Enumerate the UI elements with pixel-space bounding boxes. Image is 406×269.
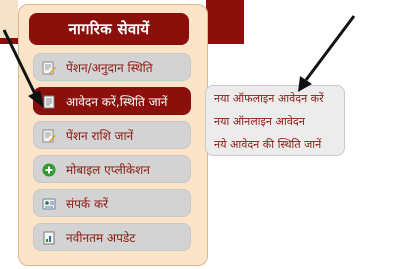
contact-card-icon [42, 198, 56, 210]
menu-item-latest-update[interactable]: नवीनतम अपडेट [33, 223, 191, 251]
apply-submenu: नया ऑफलाइन आवेदन करें नया ऑनलाइन आवेदन न… [205, 85, 345, 156]
submenu-item-offline-apply[interactable]: नया ऑफलाइन आवेदन करें [214, 91, 324, 106]
header-accent-bar [206, 0, 244, 42]
menu-item-mobile-app[interactable]: मोबाइल एप्लीकेशन [33, 155, 191, 183]
menu-item-label: मोबाइल एप्लीकेशन [66, 163, 150, 177]
green-plus-circle-icon [42, 163, 56, 177]
submenu-item-online-apply[interactable]: नया ऑनलाइन आवेदन [214, 114, 305, 129]
menu-item-label: आवेदन करें,स्थिति जानें [66, 95, 168, 109]
menu-item-label: संपर्क करें [66, 197, 109, 211]
menu-item-apply-status[interactable]: आवेदन करें,स्थिति जानें [33, 87, 191, 115]
document-icon [43, 95, 55, 109]
page-header-strip [0, 0, 18, 42]
panel-title: नागरिक सेवायें [29, 13, 189, 45]
menu-item-label: पेंशन/अनुदान स्थिति [66, 61, 153, 75]
document-pencil-icon [42, 61, 56, 75]
menu-item-label: नवीनतम अपडेट [66, 231, 136, 245]
citizen-services-panel: नागरिक सेवायें पेंशन/अनुदान स्थिति आवेदन… [18, 4, 208, 266]
arrow-to-submenu-icon [298, 15, 356, 92]
menu-item-pension-status[interactable]: पेंशन/अनुदान स्थिति [33, 53, 191, 81]
chart-document-icon [43, 231, 55, 245]
document-pencil-icon [42, 129, 56, 143]
menu-item-contact[interactable]: संपर्क करें [33, 189, 191, 217]
menu-item-pension-amount[interactable]: पेंशन राशि जानें [33, 121, 191, 149]
submenu-item-apply-status[interactable]: नये आवेदन की स्थिति जानें [214, 137, 321, 152]
menu-item-label: पेंशन राशि जानें [66, 129, 134, 143]
